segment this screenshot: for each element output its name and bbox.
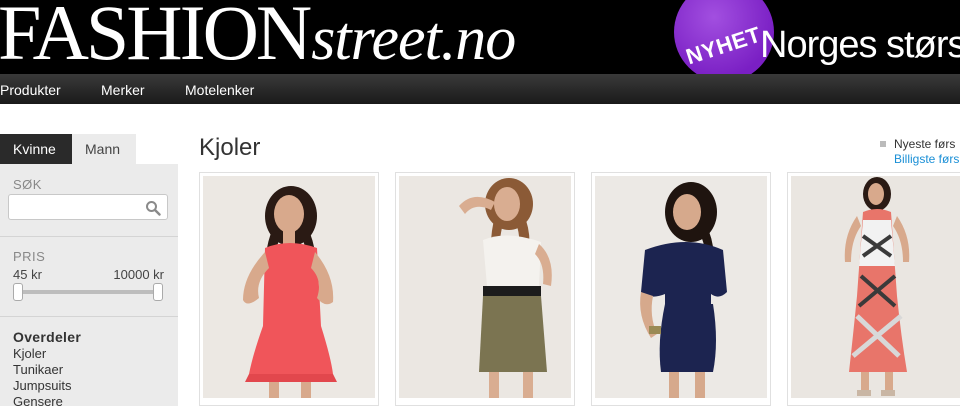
category-heading[interactable]: Overdeler (13, 329, 81, 345)
product-card[interactable] (591, 172, 771, 406)
category-item-tunikaer[interactable]: Tunikaer (13, 362, 72, 378)
nav-item-produkter[interactable]: Produkter (0, 82, 61, 98)
product-photo-coral-dress (203, 176, 375, 398)
filter-sidebar: Kvinne Mann SØK PRIS 45 kr 10000 kr Over… (0, 134, 178, 406)
product-photo-olive-skirt (399, 176, 571, 398)
price-slider-min-handle[interactable] (13, 283, 23, 301)
logo-main-text: FASHION (0, 0, 312, 74)
product-card[interactable] (199, 172, 379, 406)
sidebar-divider (0, 316, 178, 317)
search-field (8, 194, 168, 220)
price-slider-track[interactable] (16, 290, 160, 294)
search-label: SØK (13, 177, 42, 192)
tab-mann[interactable]: Mann (72, 134, 136, 164)
tab-kvinne[interactable]: Kvinne (0, 134, 72, 164)
product-image[interactable] (399, 176, 571, 398)
header-tagline: Norges største (760, 24, 960, 66)
product-photo-navy-dress (595, 176, 767, 398)
new-badge[interactable]: NYHET (674, 0, 774, 74)
product-image[interactable] (595, 176, 767, 398)
search-icon[interactable] (145, 200, 161, 216)
category-list: Kjoler Tunikaer Jumpsuits Gensere (13, 346, 72, 406)
price-min-value: 45 kr (13, 267, 42, 282)
price-label: PRIS (13, 249, 46, 264)
product-image[interactable] (203, 176, 375, 398)
search-input[interactable] (13, 196, 143, 218)
sort-bullet-icon (880, 140, 886, 147)
site-header: FASHIONstreet.no NYHET Norges største (0, 0, 960, 74)
nav-item-merker[interactable]: Merker (101, 82, 145, 98)
gender-tabs: Kvinne Mann (0, 134, 178, 164)
nav-item-motelenker[interactable]: Motelenker (185, 82, 254, 98)
sidebar-divider (0, 236, 178, 237)
price-slider-max-handle[interactable] (153, 283, 163, 301)
sort-newest[interactable]: Nyeste førs (894, 137, 955, 151)
main-nav: Produkter Merker Motelenker (0, 74, 960, 104)
product-card[interactable] (395, 172, 575, 406)
logo-suffix-text: street.no (311, 5, 516, 73)
product-image[interactable] (791, 176, 960, 398)
product-photo-patterned-maxi-dress (791, 176, 960, 398)
site-logo[interactable]: FASHIONstreet.no (0, 0, 516, 74)
product-card[interactable] (787, 172, 960, 406)
sort-cheapest-link[interactable]: Billigste førs (894, 152, 959, 166)
price-max-value: 10000 kr (113, 267, 164, 282)
new-badge-label: NYHET (683, 21, 765, 70)
sort-options: Nyeste førs Billigste førs (880, 136, 959, 166)
page-title: Kjoler (199, 134, 261, 161)
category-item-gensere[interactable]: Gensere (13, 394, 72, 406)
category-item-jumpsuits[interactable]: Jumpsuits (13, 378, 72, 394)
category-item-kjoler[interactable]: Kjoler (13, 346, 72, 362)
